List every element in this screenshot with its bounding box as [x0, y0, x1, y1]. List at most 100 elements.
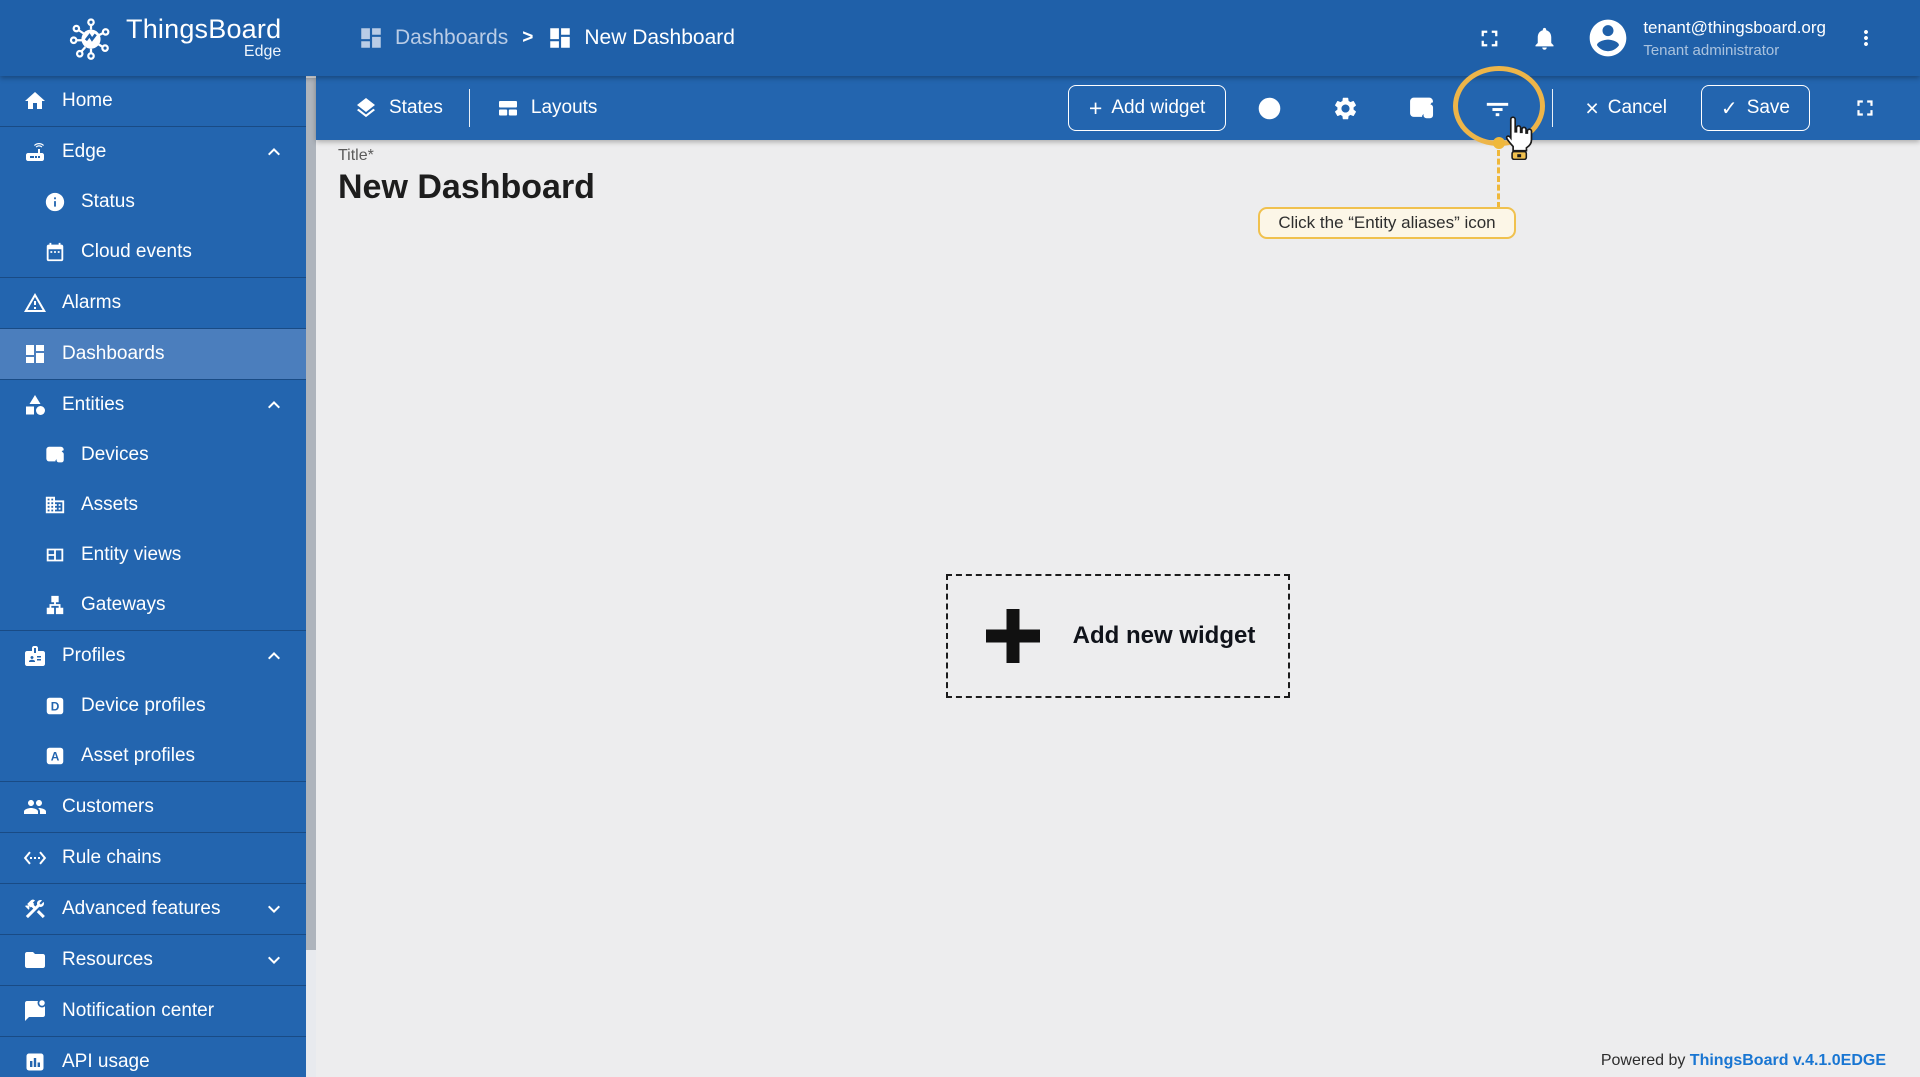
dashboard-settings-button[interactable]	[1322, 85, 1368, 131]
top-header: ThingsBoard Edge Dashboards > New Dashbo…	[0, 0, 1920, 76]
chevron-up-icon[interactable]	[262, 644, 286, 668]
add-widget-label: Add widget	[1111, 97, 1206, 118]
expand-dashboard-button[interactable]	[1842, 85, 1888, 131]
states-button[interactable]: States	[354, 96, 443, 120]
sidebar-item-label: Status	[81, 191, 135, 212]
breadcrumb-parent-label: Dashboards	[395, 26, 509, 49]
toolbar-divider	[468, 89, 470, 127]
sidebar-item-label: Cloud events	[81, 241, 192, 262]
sidebar-item-home[interactable]: Home	[0, 76, 306, 126]
chevron-down-icon[interactable]	[262, 897, 286, 921]
sidebar-item-edge[interactable]: Edge	[0, 127, 306, 177]
sidebar-item-label: Notification center	[62, 1000, 215, 1021]
header-actions: tenant@thingsboard.org Tenant administra…	[1476, 16, 1920, 60]
sidebar-item-advanced-features[interactable]: Advanced features	[0, 884, 306, 934]
account-email: tenant@thingsboard.org	[1643, 17, 1826, 37]
layouts-button[interactable]: Layouts	[496, 96, 597, 120]
chevron-down-icon[interactable]	[262, 948, 286, 972]
breadcrumb-dashboards[interactable]: Dashboards	[358, 25, 508, 51]
dashboard-title-block[interactable]: Title* New Dashboard	[338, 147, 595, 207]
sidebar-item-customers[interactable]: Customers	[0, 782, 306, 832]
sidebar-item-asset-profiles[interactable]: A Asset profiles	[0, 731, 306, 781]
powered-by-footer: Powered by ThingsBoard v.4.1.0EDGE	[1601, 1052, 1886, 1070]
dashboard-icon	[550, 28, 571, 48]
toolbar-divider	[1552, 89, 1554, 127]
lan-icon	[46, 595, 64, 615]
filters-button[interactable]	[1474, 85, 1520, 131]
fullscreen-icon[interactable]	[1476, 25, 1503, 52]
brand-text: ThingsBoard Edge	[126, 15, 281, 60]
entity-aliases-button[interactable]	[1398, 85, 1444, 131]
sidebar-item-notification-center[interactable]: Notification center	[0, 986, 306, 1036]
title-field-label: Title*	[338, 147, 374, 164]
sidebar: Home Edge Status Cloud events Alarms Das…	[0, 76, 316, 1077]
fullscreen-icon	[1857, 100, 1873, 116]
sidebar-item-label: Device profiles	[81, 695, 206, 716]
breadcrumb-current[interactable]: New Dashboard	[547, 25, 735, 51]
sidebar-item-profiles[interactable]: Profiles	[0, 631, 306, 681]
sidebar-item-resources[interactable]: Resources	[0, 935, 306, 985]
home-icon	[25, 92, 45, 109]
sidebar-item-devices[interactable]: Devices	[0, 430, 306, 480]
sidebar-item-label: Alarms	[62, 292, 122, 313]
layers-icon	[357, 98, 375, 118]
warning-icon	[24, 293, 46, 312]
settings-ethernet-icon	[23, 851, 47, 865]
add-new-widget-dropzone[interactable]: Add new widget	[946, 574, 1290, 698]
devices-icon	[46, 446, 64, 463]
chevron-up-icon[interactable]	[262, 140, 286, 164]
save-button[interactable]: ✓ Save	[1700, 85, 1810, 131]
brand-name: ThingsBoard	[126, 14, 282, 45]
cancel-button[interactable]: × Cancel	[1575, 96, 1677, 120]
message-badge-icon	[25, 999, 47, 1021]
sidebar-scrollbar-track[interactable]	[306, 76, 316, 1077]
breadcrumb-separator: >	[522, 27, 534, 48]
plus-icon	[985, 609, 1040, 663]
notifications-bell-icon[interactable]	[1531, 25, 1558, 52]
chevron-up-icon[interactable]	[262, 393, 286, 417]
sidebar-item-cloud-events[interactable]: Cloud events	[0, 227, 306, 277]
add-widget-button[interactable]: + Add widget	[1067, 85, 1227, 131]
sidebar-item-alarms[interactable]: Alarms	[0, 278, 306, 328]
sidebar-item-api-usage[interactable]: API usage	[0, 1037, 306, 1077]
dashboard-icon	[361, 28, 381, 48]
add-new-widget-label: Add new widget	[1072, 622, 1256, 649]
clock-icon	[1258, 97, 1281, 119]
sidebar-item-status[interactable]: Status	[0, 177, 306, 227]
brand-edition: Edge	[243, 42, 282, 60]
sidebar-item-label: Assets	[81, 494, 139, 515]
sidebar-item-entities[interactable]: Entities	[0, 380, 306, 430]
sidebar-item-entity-views[interactable]: Entity views	[0, 530, 306, 580]
sidebar-item-dashboards[interactable]: Dashboards	[0, 329, 306, 379]
more-vert-icon[interactable]	[1854, 26, 1878, 50]
sidebar-item-label: Home	[62, 90, 113, 111]
account-menu[interactable]: tenant@thingsboard.org Tenant administra…	[1586, 16, 1826, 60]
sidebar-scrollbar-thumb[interactable]	[306, 78, 316, 950]
thingsboard-version-link[interactable]: ThingsBoard v.4.1.0EDGE	[1690, 1052, 1886, 1069]
sidebar-item-label: Entities	[62, 394, 125, 415]
sidebar-item-gateways[interactable]: Gateways	[0, 580, 306, 630]
filter-icon	[1486, 102, 1509, 116]
sidebar-item-label: Entity views	[81, 544, 182, 565]
time-window-button[interactable]	[1246, 85, 1292, 131]
building-icon	[45, 496, 65, 514]
brand-logo[interactable]: ThingsBoard Edge	[0, 11, 316, 65]
sidebar-nav: Home Edge Status Cloud events Alarms Das…	[0, 76, 306, 1077]
router-icon	[26, 143, 44, 161]
sidebar-item-rule-chains[interactable]: Rule chains	[0, 833, 306, 883]
svg-text:D: D	[51, 699, 60, 713]
cancel-label: Cancel	[1607, 97, 1667, 118]
people-icon	[24, 800, 46, 814]
account-role: Tenant administrator	[1643, 41, 1780, 59]
dashboard-title[interactable]: New Dashboard	[338, 168, 595, 207]
sidebar-item-device-profiles[interactable]: D Device profiles	[0, 681, 306, 731]
sidebar-item-label: Resources	[62, 949, 153, 970]
sidebar-item-label: Advanced features	[62, 898, 221, 919]
sidebar-item-label: API usage	[62, 1051, 150, 1072]
breadcrumb: Dashboards > New Dashboard	[358, 25, 735, 51]
svg-text:A: A	[51, 749, 60, 763]
sidebar-item-label: Customers	[62, 796, 154, 817]
sidebar-item-assets[interactable]: Assets	[0, 480, 306, 530]
letter-a-icon: A	[46, 747, 64, 765]
info-icon	[45, 192, 65, 212]
